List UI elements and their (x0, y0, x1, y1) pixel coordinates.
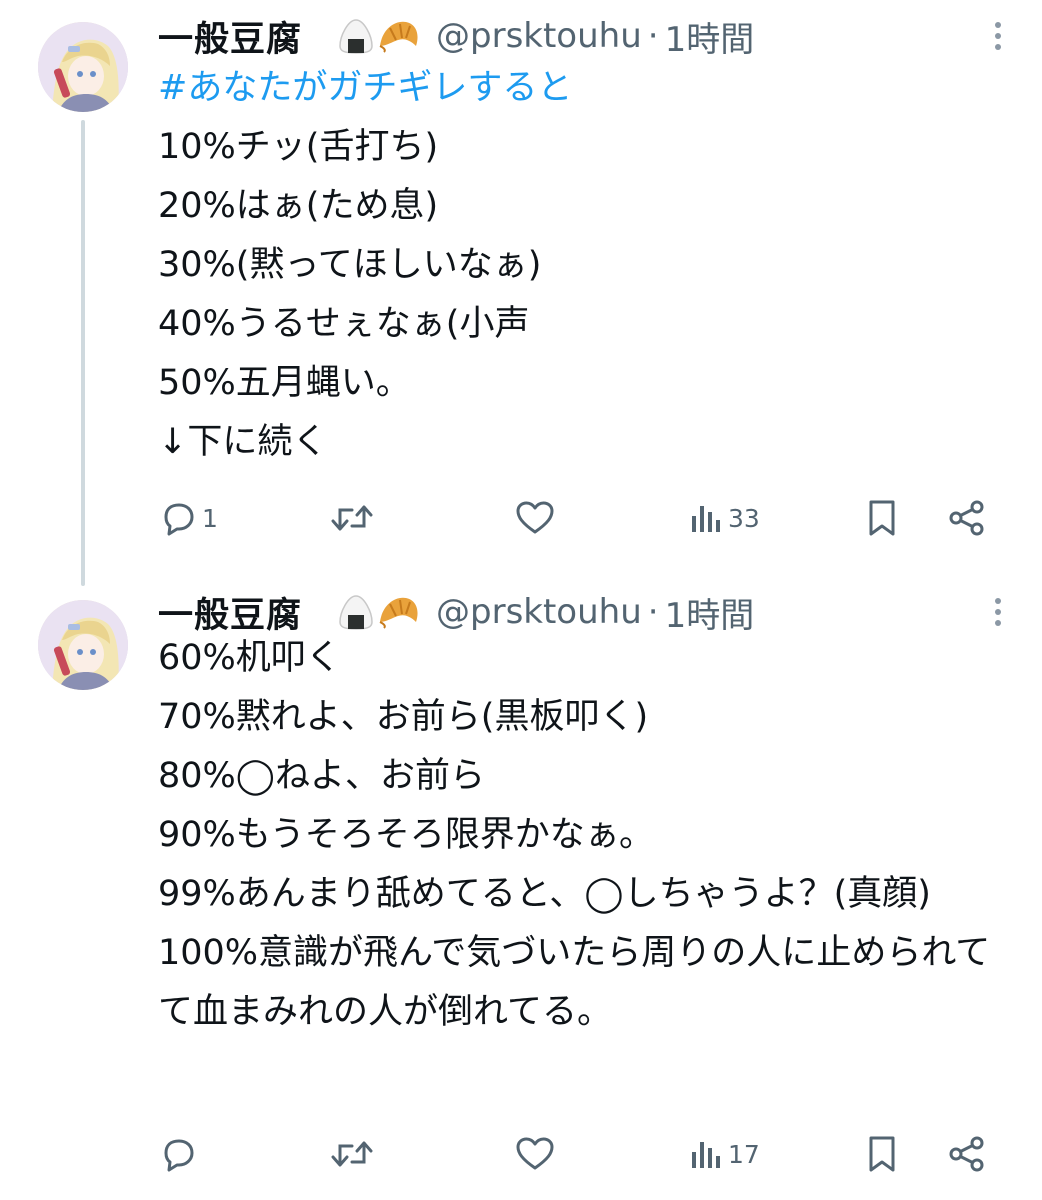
share-button[interactable] (946, 1132, 988, 1176)
retweet-icon (331, 1141, 373, 1167)
text-line: 50%五月蝿い。 (158, 363, 411, 403)
tweet-text: 60%机叩く 70%黙れよ、お前ら(黒板叩く) 80%◯ねよ、お前ら 90%もう… (158, 629, 1018, 1042)
view-count: 33 (728, 503, 760, 533)
bookmark-button[interactable] (862, 496, 902, 540)
like-button[interactable] (514, 496, 560, 540)
text-line: 20%はぁ(ため息) (158, 186, 439, 226)
onigiri-icon (339, 19, 373, 54)
more-icon[interactable] (988, 592, 1008, 632)
handle[interactable]: @prsktouhu (436, 592, 642, 632)
action-bar: 1 33 (158, 496, 998, 540)
reply-icon (164, 1139, 194, 1172)
text-line: 10%チッ(舌打ち) (158, 127, 439, 167)
views-icon (692, 1142, 720, 1168)
onigiri-icon (339, 595, 373, 630)
reply-button[interactable] (158, 1132, 202, 1176)
share-button[interactable] (946, 496, 988, 540)
tweet-text: #あなたがガチギレすると 10%チッ(舌打ち) 20%はぁ(ため息) 30%(黙… (158, 59, 1018, 472)
retweet-icon (331, 505, 373, 531)
reply-count: 1 (202, 503, 218, 533)
text-line: 40%うるせぇなぁ(小声 (158, 304, 530, 344)
avatar[interactable] (38, 22, 128, 112)
bookmark-button[interactable] (862, 1132, 902, 1176)
hashtag-link[interactable]: #あなたがガチギレすると (158, 59, 1018, 118)
view-count: 17 (728, 1139, 760, 1169)
text-line: 60%机叩く (158, 638, 341, 678)
tweet[interactable]: 一般豆腐 @prsktouhu · 1時間 60%机叩く 70%黙れよ、お前ら(… (0, 580, 1042, 1200)
share-icon (949, 500, 984, 536)
timestamp[interactable]: 1時間 (665, 12, 755, 61)
text-line: 99%あんまり舐めてると、◯しちゃうよ？(真顔) (158, 874, 931, 914)
separator: · (647, 592, 659, 632)
name-emoji (336, 592, 422, 632)
tweet[interactable]: 一般豆腐 @prsktouhu · 1時間 #あなたがガチギレすると 10%チッ… (0, 0, 1042, 586)
separator: · (647, 16, 659, 56)
bookmark-icon (869, 1136, 895, 1172)
like-icon (516, 501, 554, 534)
text-line: 80%◯ねよ、お前ら (158, 756, 485, 796)
views-icon (692, 506, 720, 532)
handle[interactable]: @prsktouhu (436, 16, 642, 56)
thread: 一般豆腐 @prsktouhu · 1時間 #あなたがガチギレすると 10%チッ… (0, 0, 1042, 1200)
display-name[interactable]: 一般豆腐 (158, 11, 302, 62)
reply-button[interactable]: 1 (158, 496, 218, 540)
croissant-icon (379, 21, 418, 53)
action-bar: 17 (158, 1132, 998, 1176)
text-line: 100%意識が飛んで気づいたら周りの人に止められてて血まみれの人が倒れてる。 (158, 933, 991, 1032)
avatar[interactable] (38, 600, 128, 690)
views-button[interactable]: 33 (688, 496, 760, 540)
retweet-button[interactable] (328, 496, 380, 540)
text-line: 90%もうそろそろ限界かなぁ。 (158, 815, 655, 855)
tweet-header: 一般豆腐 @prsktouhu · 1時間 (158, 16, 754, 60)
reply-icon (164, 503, 194, 536)
text-line: 70%黙れよ、お前ら(黒板叩く) (158, 697, 649, 737)
text-line: ↓下に続く (158, 422, 328, 462)
like-icon (516, 1137, 554, 1170)
name-emoji (336, 16, 422, 56)
thread-connector-line (81, 120, 85, 586)
retweet-button[interactable] (328, 1132, 380, 1176)
views-button[interactable]: 17 (688, 1132, 760, 1176)
text-line: 30%(黙ってほしいなぁ) (158, 245, 542, 285)
more-icon[interactable] (988, 16, 1008, 56)
tweet-header: 一般豆腐 @prsktouhu · 1時間 (158, 592, 754, 636)
share-icon (949, 1136, 984, 1172)
like-button[interactable] (514, 1132, 560, 1176)
croissant-icon (379, 597, 418, 629)
bookmark-icon (869, 500, 895, 536)
